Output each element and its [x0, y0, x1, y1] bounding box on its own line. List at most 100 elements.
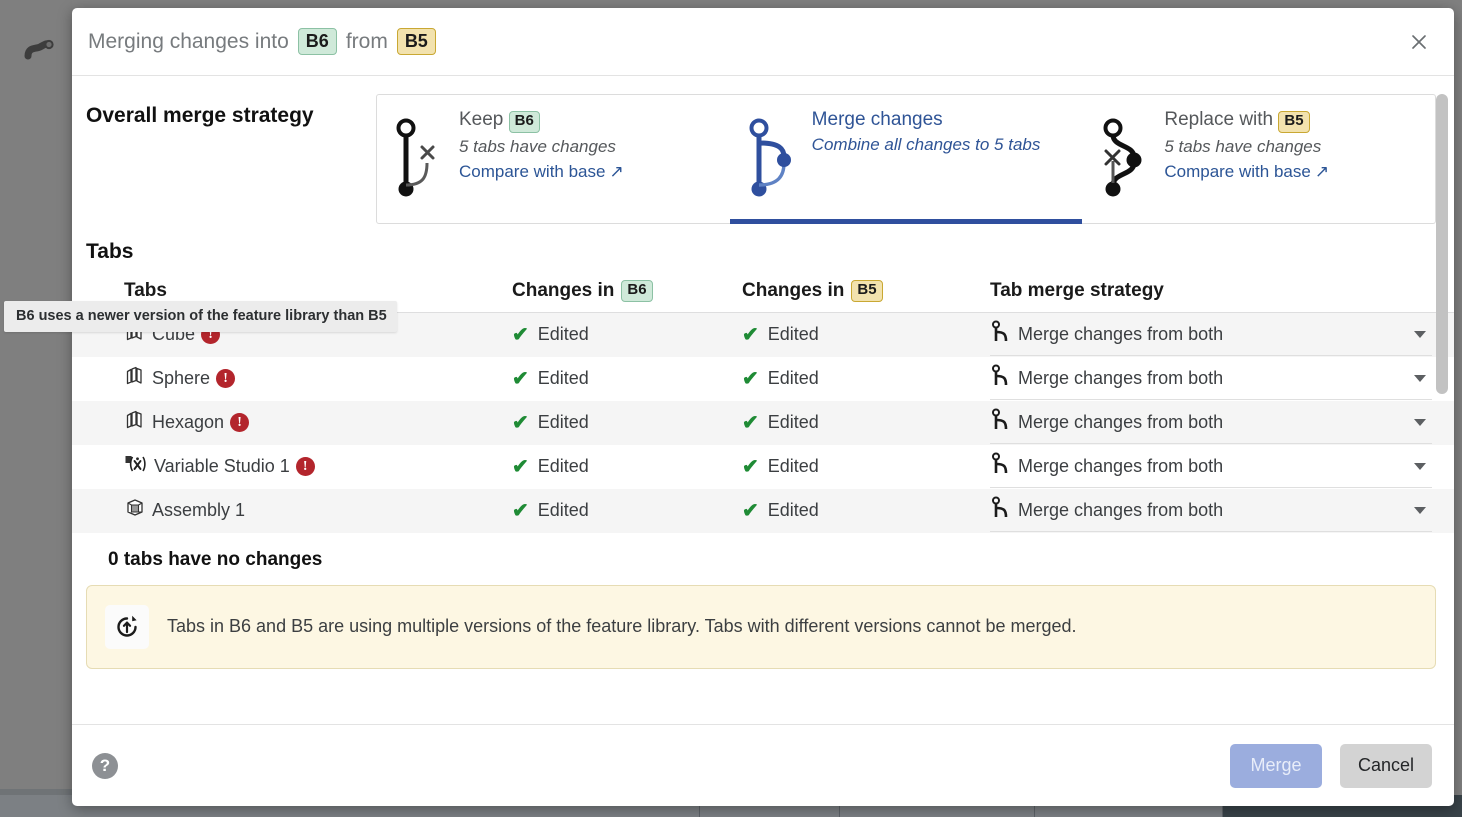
changes-in-b6-label: Edited [537, 412, 589, 432]
column-header-changes-b5: Changes in B5 [742, 272, 990, 313]
dialog-title-mid: from [345, 29, 388, 53]
check-icon: ✔ [742, 324, 759, 347]
feature-version-warning-icon[interactable]: ! [295, 457, 315, 476]
merge-strategy-options: Keep B6 5 tabs have changes Compare with… [376, 94, 1436, 224]
check-icon: ✔ [512, 412, 529, 434]
overall-merge-strategy-label: Overall merge strategy [86, 104, 314, 127]
column-header-b6-chip: B6 [621, 280, 653, 302]
strategy-option-replace-title: Replace with B5 [1164, 109, 1329, 133]
variable-studio-icon [124, 453, 148, 480]
strategy-option-replace-text: Replace with B5 5 tabs have changes Comp… [1164, 109, 1329, 213]
dialog-title: Merging changes into B6 from B5 [88, 27, 436, 56]
cancel-button[interactable]: Cancel [1340, 743, 1432, 788]
changes-in-b6-label: Edited [537, 500, 589, 520]
help-icon[interactable]: ? [92, 752, 118, 779]
scrollbar-thumb[interactable] [1436, 94, 1448, 394]
changes-in-b6-cell: ✔ Edited [512, 313, 742, 357]
tabs-section-heading: Tabs [86, 240, 134, 263]
strategy-option-merge-text: Merge changes Combine all changes to 5 t… [812, 109, 1041, 213]
changes-in-b5-cell: ✔ Edited [742, 313, 990, 357]
update-version-icon [105, 604, 149, 649]
chevron-down-icon[interactable] [1414, 462, 1426, 470]
merge-strategy-icon [990, 364, 1012, 393]
strategy-option-replace-compare-link[interactable]: Compare with base ↗ [1164, 162, 1329, 182]
tab-merge-strategy-dropdown[interactable]: Merge changes from both [990, 402, 1432, 444]
feature-library-notice-text: Tabs in B6 and B5 are using multiple ver… [167, 616, 1077, 636]
column-header-changes-b6-label: Changes in [512, 280, 615, 301]
part-studio-icon [124, 409, 146, 436]
tab-merge-strategy-cell: Merge changes from both [990, 445, 1454, 489]
feature-version-warning-icon[interactable]: ! [216, 369, 236, 388]
strategy-option-replace-title-text: Replace with [1164, 109, 1274, 130]
footer-actions: Merge Cancel [1230, 743, 1432, 788]
tab-name-label: Sphere [152, 368, 211, 388]
tab-merge-strategy-value: Merge changes from both [1018, 499, 1224, 520]
check-icon: ✔ [742, 368, 759, 390]
changes-in-b5-cell: ✔ Edited [742, 357, 990, 401]
no-changes-summary: 0 tabs have no changes [108, 548, 323, 570]
tab-merge-strategy-dropdown[interactable]: Merge changes from both [990, 314, 1432, 356]
assembly-icon [124, 497, 146, 524]
dialog-footer: ? Merge Cancel [72, 724, 1454, 806]
chevron-down-icon[interactable] [1414, 374, 1426, 382]
close-icon[interactable] [1402, 25, 1436, 59]
replace-branch-graph-icon [1098, 109, 1154, 213]
feature-library-tooltip: B6 uses a newer version of the feature l… [4, 301, 397, 332]
tab-name-label: Assembly 1 [152, 500, 246, 520]
strategy-option-merge[interactable]: Merge changes Combine all changes to 5 t… [729, 95, 1083, 224]
merge-strategy-icon [990, 496, 1012, 525]
tab-name-cell: Hexagon! [72, 401, 512, 445]
changes-in-b5-label: Edited [767, 368, 819, 388]
strategy-option-keep-title-text: Keep [459, 109, 504, 130]
chevron-down-icon[interactable] [1414, 506, 1426, 514]
strategy-option-replace-chip: B5 [1278, 111, 1310, 133]
tab-merge-strategy-dropdown[interactable]: Merge changes from both [990, 358, 1432, 400]
changes-in-b6-label: Edited [537, 324, 589, 345]
tabs-table-body: Cube! ✔ Edited ✔ Edited Merge changes from bo… [72, 312, 1454, 533]
merge-strategy-icon [990, 320, 1012, 349]
feature-version-warning-icon[interactable]: ! [230, 413, 250, 432]
tab-merge-strategy-dropdown[interactable]: Merge changes from both [990, 490, 1432, 532]
changes-in-b5-cell: ✔ Edited [742, 489, 990, 533]
column-header-b5-chip: B5 [851, 280, 883, 302]
column-header-tab-merge-strategy: Tab merge strategy [990, 272, 1454, 313]
tab-merge-strategy-value: Merge changes from both [1018, 411, 1224, 432]
strategy-option-keep-compare-link[interactable]: Compare with base ↗ [459, 162, 624, 182]
tab-merge-strategy-cell: Merge changes from both [990, 401, 1454, 445]
dialog-title-prefix: Merging changes into [88, 29, 289, 53]
compare-with-base-label: Compare with base [1164, 161, 1311, 181]
strategy-option-merge-title: Merge changes [811, 109, 943, 130]
tab-name-cell: Variable Studio 1! [72, 445, 512, 489]
strategy-option-replace[interactable]: Replace with B5 5 tabs have changes Comp… [1082, 95, 1435, 223]
check-icon: ✔ [742, 500, 759, 522]
feature-library-notice: Tabs in B6 and B5 are using multiple ver… [86, 584, 1436, 669]
background-left-rail [0, 0, 72, 817]
table-row: Variable Studio 1! ✔ Edited ✔ Edited Merge ch… [72, 444, 1454, 489]
strategy-option-keep-text: Keep B6 5 tabs have changes Compare with… [459, 109, 624, 213]
changes-in-b5-label: Edited [767, 412, 819, 432]
part-studio-icon [124, 365, 146, 392]
keep-branch-graph-icon [393, 109, 449, 213]
strategy-option-keep[interactable]: Keep B6 5 tabs have changes Compare with… [377, 95, 730, 223]
external-link-icon: ↗ [609, 161, 624, 181]
dialog-body-scrollbar[interactable] [1436, 94, 1448, 394]
tab-name-cell: Sphere! [72, 357, 512, 401]
changes-in-b6-cell: ✔ Edited [512, 445, 742, 489]
tab-name-label: Variable Studio 1 [154, 456, 290, 476]
check-icon: ✔ [512, 456, 529, 478]
merge-strategy-icon [990, 408, 1012, 437]
check-icon: ✔ [742, 456, 759, 478]
dialog-body: Overall merge strategy Keep B6 5 tabs ha… [72, 76, 1454, 724]
tab-merge-strategy-value: Merge changes from both [1018, 455, 1224, 476]
strategy-option-keep-subtitle: 5 tabs have changes [459, 136, 616, 156]
dialog-header: Merging changes into B6 from B5 [72, 8, 1454, 76]
chevron-down-icon[interactable] [1414, 418, 1426, 426]
strategy-option-merge-subtitle: Combine all changes to 5 tabs [811, 135, 1041, 154]
strategy-option-keep-chip: B6 [508, 111, 540, 133]
external-link-icon: ↗ [1314, 161, 1330, 181]
merge-button[interactable]: Merge [1230, 743, 1322, 788]
compare-with-base-label: Compare with base [459, 161, 606, 181]
changes-in-b6-cell: ✔ Edited [512, 357, 742, 401]
tab-merge-strategy-dropdown[interactable]: Merge changes from both [990, 446, 1432, 488]
chevron-down-icon[interactable] [1414, 330, 1426, 338]
